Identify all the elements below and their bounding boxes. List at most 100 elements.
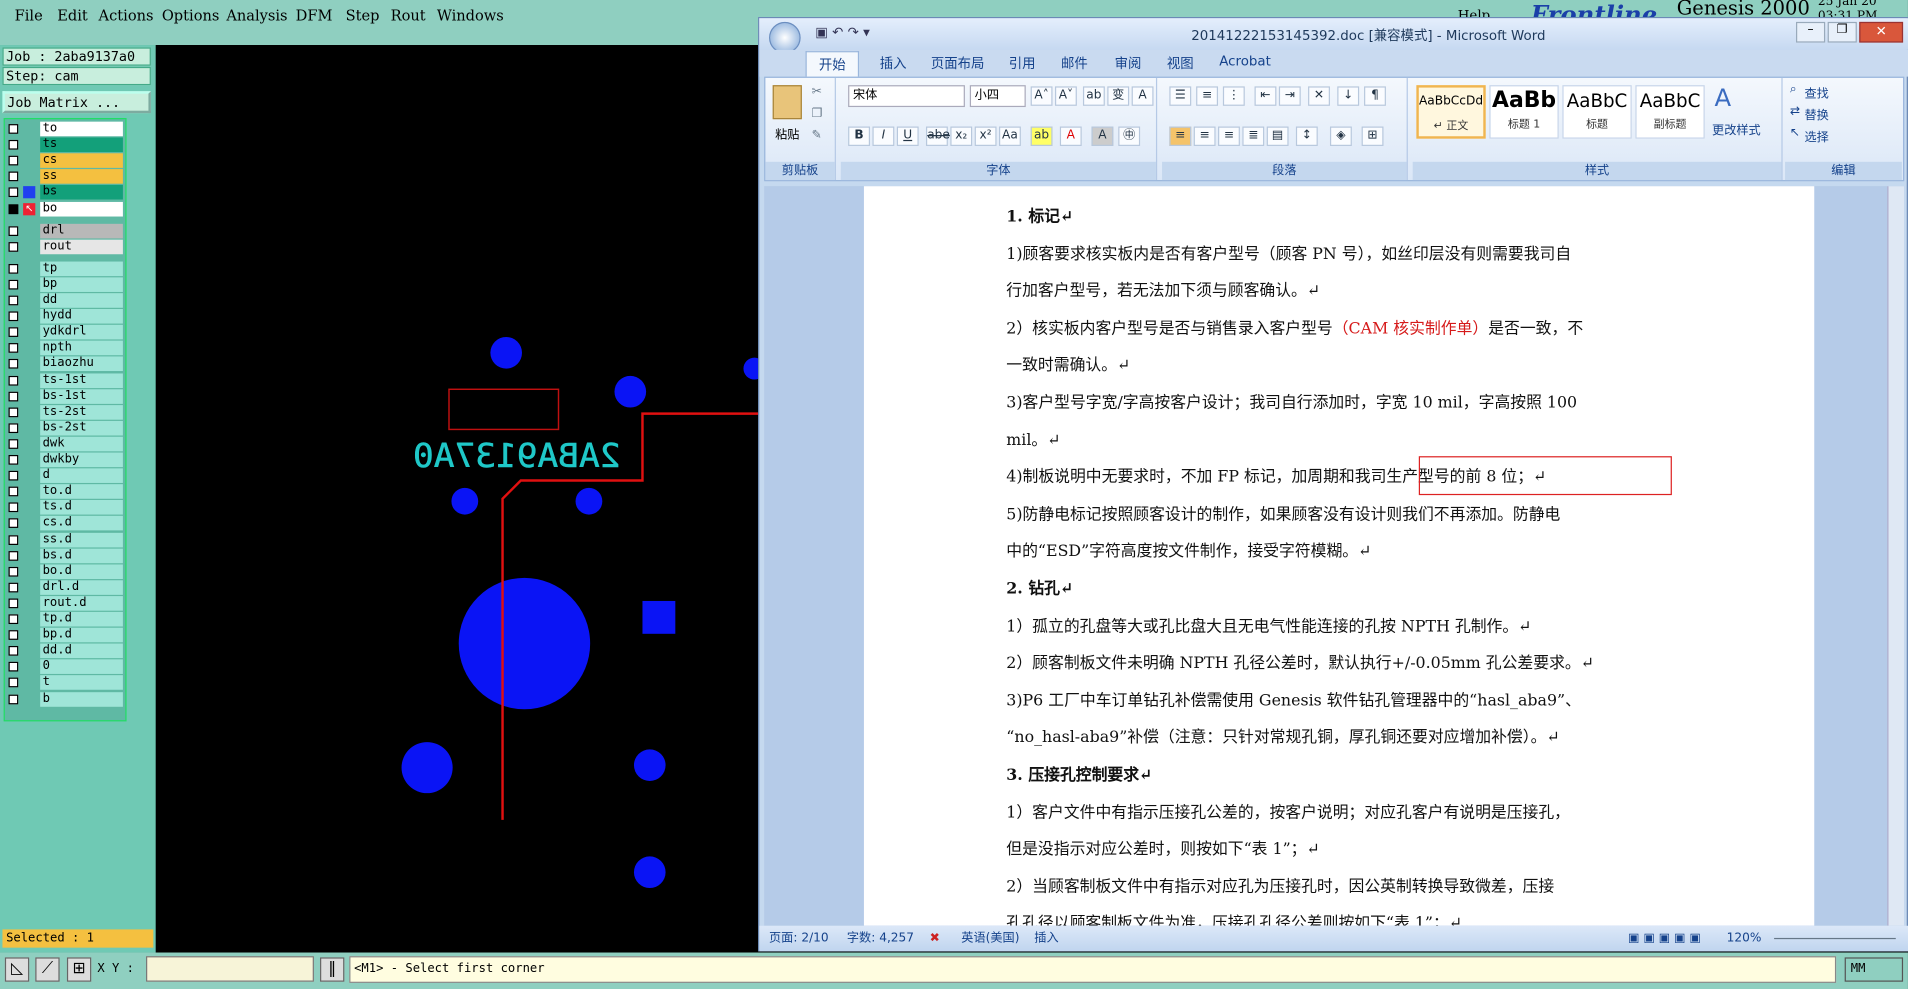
layer-row[interactable]: tp.d — [6, 611, 125, 627]
font-size-select[interactable]: 小四 — [969, 85, 1026, 108]
layer-checkbox[interactable] — [8, 534, 19, 545]
document-line[interactable]: 3)P6 工厂中车订单钻孔补偿需使用 Genesis 软件钻孔管理器中的“has… — [1006, 683, 1681, 720]
phonetic-icon[interactable]: 变 — [1107, 86, 1130, 106]
format-painter-icon[interactable]: ✎ — [812, 129, 822, 142]
layer-row[interactable]: dwkby — [6, 452, 125, 468]
document-line[interactable]: 一致时需确认。↵ — [1006, 348, 1681, 385]
clear-format-icon[interactable]: ab — [1082, 86, 1105, 106]
document-line[interactable]: 孔孔径以顾客制板文件为准，压接孔孔径公差则按如下“表 1”；↵ — [1006, 907, 1681, 926]
layer-row[interactable]: dd.d — [6, 643, 125, 659]
document-body[interactable]: 1. 标记↵ 1)顾客要求核实板内是否有客户型号（顾客 PN 号），如丝印层没有则… — [1006, 200, 1681, 926]
layer-checkbox[interactable] — [8, 375, 19, 386]
decrease-indent-icon[interactable]: ⇤ — [1254, 86, 1277, 106]
layer-row[interactable]: npth — [6, 340, 125, 356]
word-count[interactable]: 字数: 4,257 — [847, 926, 914, 952]
layer-checkbox[interactable] — [8, 598, 19, 609]
layer-name[interactable]: biaozhu — [40, 356, 123, 372]
grow-font-icon[interactable]: A˄ — [1030, 86, 1053, 106]
char-shading-icon[interactable]: A — [1091, 126, 1114, 146]
document-line[interactable]: 2）核实板内客户型号是否与销售录入客户型号（CAM 核实制作单）是否一致，不 — [1006, 311, 1681, 348]
document-line[interactable]: 1)顾客要求核实板内是否有客户型号（顾客 PN 号），如丝印层没有则需要我司自 — [1006, 237, 1681, 274]
layer-row[interactable]: t — [6, 675, 125, 691]
layer-row[interactable]: ts — [6, 137, 125, 153]
close-icon[interactable]: ✕ — [1859, 21, 1904, 43]
layer-checkbox[interactable] — [8, 391, 19, 401]
layer-checkbox[interactable] — [8, 470, 19, 481]
tab-review[interactable]: 审阅 — [1115, 54, 1142, 73]
layer-checkbox[interactable] — [8, 678, 19, 688]
shrink-font-icon[interactable]: A˅ — [1054, 86, 1077, 106]
layer-checkbox[interactable] — [8, 502, 19, 513]
tab-references[interactable]: 引用 — [1009, 54, 1036, 73]
layer-name[interactable]: ts-2st — [40, 404, 123, 420]
layer-name[interactable]: b — [40, 691, 123, 707]
layer-name[interactable]: npth — [40, 340, 123, 356]
layer-row[interactable]: to — [6, 121, 125, 137]
select-icon[interactable]: ↖ — [1790, 127, 1800, 140]
layer-checkbox[interactable] — [8, 241, 19, 252]
layer-checkbox[interactable] — [8, 140, 19, 150]
align-left-icon[interactable]: ≡ — [1169, 126, 1192, 146]
document-area[interactable]: 1. 标记↵ 1)顾客要求核实板内是否有客户型号（顾客 PN 号），如丝印层没有则… — [764, 186, 1905, 926]
layer-checkbox[interactable] — [8, 343, 19, 354]
document-line[interactable]: 2）当顾客制板文件中有指示对应孔为压接孔时，因公英制转换导致微差，压接 — [1006, 869, 1681, 906]
layer-checkbox[interactable] — [8, 582, 19, 593]
zoom-slider[interactable] — [1774, 937, 1896, 940]
copy-icon[interactable]: ❐ — [812, 107, 823, 120]
zoom-tool-icon[interactable]: ◺ — [4, 957, 30, 982]
insert-mode[interactable]: 插入 — [1034, 926, 1058, 952]
vertical-scrollbar[interactable] — [1887, 186, 1905, 926]
pause-icon[interactable]: ‖ — [320, 957, 345, 982]
layer-name[interactable]: to — [40, 121, 123, 137]
subscript-icon[interactable]: x₂ — [950, 126, 973, 146]
menu-dfm[interactable]: DFM — [296, 7, 333, 24]
layer-name[interactable]: to.d — [40, 484, 123, 499]
layer-checkbox[interactable] — [8, 359, 19, 370]
layer-name[interactable]: rout.d — [40, 595, 123, 611]
layer-checkbox[interactable] — [8, 171, 19, 182]
document-heading[interactable]: 3. 压接孔控制要求↵ — [1006, 758, 1681, 795]
layer-row[interactable]: ss — [6, 169, 125, 185]
layer-name[interactable]: rout — [40, 239, 123, 254]
layer-name[interactable]: 0 — [40, 659, 123, 675]
menu-rout[interactable]: Rout — [391, 7, 426, 24]
layer-row[interactable]: bs-2st — [6, 420, 125, 436]
layer-checkbox[interactable] — [8, 694, 19, 704]
zoom-level[interactable]: 120% — [1727, 926, 1762, 952]
layer-row[interactable]: ts.d — [6, 500, 125, 515]
menu-windows[interactable]: Windows — [437, 7, 504, 24]
layer-row[interactable]: bo ↖ — [6, 201, 125, 216]
layer-row[interactable]: bs — [6, 185, 125, 200]
numbering-icon[interactable]: ≡ — [1196, 86, 1219, 106]
layer-checkbox[interactable] — [8, 155, 19, 166]
layer-checkbox[interactable] — [8, 279, 19, 290]
menu-edit[interactable]: Edit — [57, 7, 88, 24]
layer-name[interactable]: bp — [40, 277, 123, 292]
layer-row[interactable]: ts-1st — [6, 372, 125, 388]
layer-row[interactable]: drl.d — [6, 580, 125, 595]
menu-actions[interactable]: Actions — [99, 7, 154, 24]
layer-row[interactable]: tp — [6, 261, 125, 276]
menu-analysis[interactable]: Analysis — [226, 7, 287, 24]
layer-checkbox[interactable] — [8, 407, 19, 417]
layer-row[interactable]: rout — [6, 239, 125, 254]
menu-file[interactable]: File — [15, 7, 43, 24]
layer-row[interactable]: drl — [6, 223, 125, 238]
layer-name[interactable]: dd — [40, 293, 123, 308]
tab-acrobat[interactable]: Acrobat — [1219, 54, 1271, 70]
font-name-select[interactable]: 宋体 — [848, 85, 965, 108]
layer-checkbox[interactable] — [8, 439, 19, 449]
layer-name[interactable]: ts.d — [40, 500, 123, 515]
layer-checkbox[interactable] — [8, 518, 19, 529]
document-line[interactable]: 2）顾客制板文件未明确 NPTH 孔径公差时，默认执行+/-0.05mm 孔公差… — [1006, 646, 1681, 683]
menu-step[interactable]: Step — [346, 7, 380, 24]
style-normal[interactable]: AaBbCcDd ↵ 正文 — [1416, 85, 1486, 139]
layer-checkbox[interactable] — [8, 263, 19, 274]
view-buttons-icon[interactable]: ▣ ▣ ▣ ▣ ▣ — [1628, 926, 1701, 952]
layer-row[interactable]: rout.d — [6, 595, 125, 611]
layer-row[interactable]: bs-1st — [6, 388, 125, 404]
document-line[interactable]: 中的“ESD”字符高度按文件制作，接受字符模糊。↵ — [1006, 534, 1681, 571]
style-subtitle[interactable]: AaBbC 副标题 — [1635, 85, 1705, 139]
cam-graphic-canvas[interactable]: 2ABA9137A0 — [155, 45, 765, 953]
document-heading[interactable]: 2. 钻孔↵ — [1006, 572, 1681, 609]
